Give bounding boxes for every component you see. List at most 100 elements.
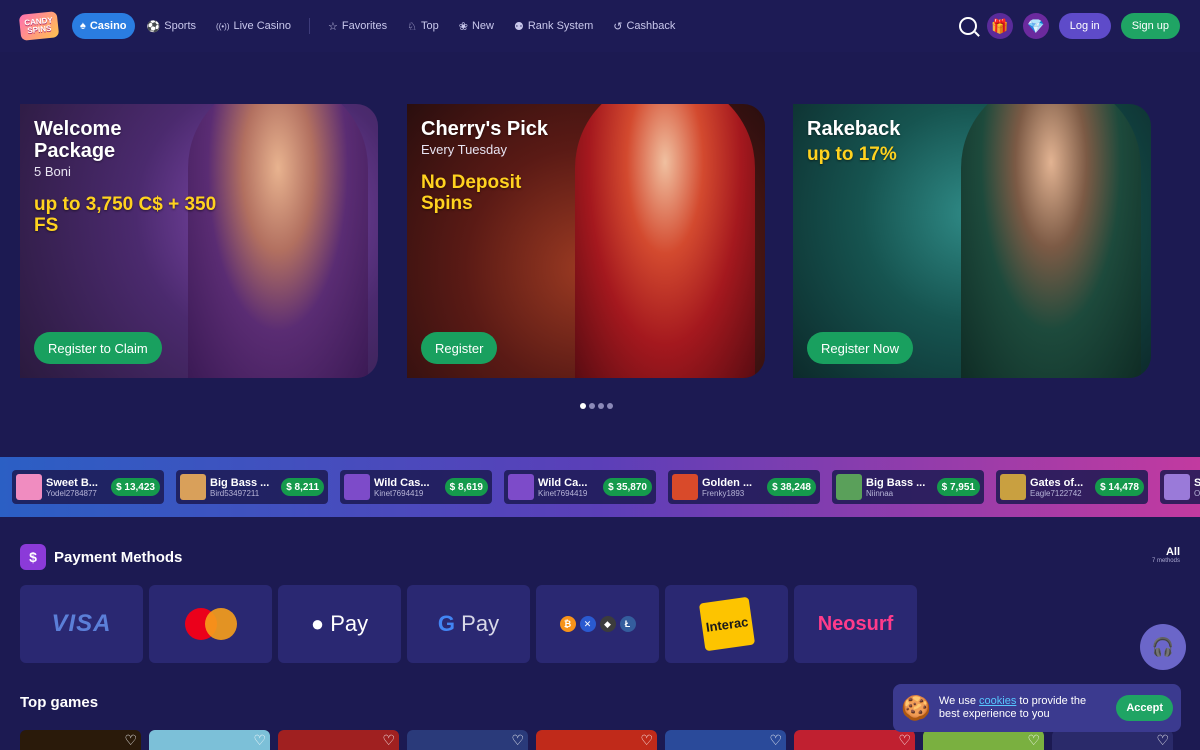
carousel-dot[interactable] — [589, 403, 595, 409]
heart-icon[interactable]: ♡ — [124, 732, 137, 749]
carousel-dot[interactable] — [607, 403, 613, 409]
cookie-message: We use cookies to provide the best exper… — [939, 695, 1108, 721]
win-game-name: Sweet B... — [46, 476, 98, 489]
payment-all-link[interactable]: All 7 methods — [1152, 546, 1180, 564]
nav-label: New — [471, 20, 494, 32]
win-amount: $ 7,951 — [936, 478, 980, 496]
win-item[interactable]: Sug...Optim... — [1160, 470, 1200, 504]
nav-sports[interactable]: ⚽ Sports — [139, 13, 205, 39]
nav-top[interactable]: ♘ Top — [399, 13, 447, 39]
carousel-dot[interactable] — [580, 403, 586, 409]
win-item[interactable]: Golden ... Frenky1893 $ 38,248 — [668, 470, 820, 504]
game-card[interactable]: ♡ — [20, 730, 141, 750]
nav-new[interactable]: ❀ New — [451, 13, 502, 39]
carousel-dot[interactable] — [598, 403, 604, 409]
game-card[interactable]: ♡ — [278, 730, 399, 750]
win-game-name: Wild Cas... — [374, 476, 430, 489]
win-amount: $ 8,211 — [281, 478, 324, 496]
nav-rank-system[interactable]: ⚉ Rank System — [506, 13, 601, 39]
heart-icon[interactable]: ♡ — [898, 732, 911, 749]
win-username: Yodel2784877 — [46, 488, 97, 498]
payment-card-apple-pay[interactable]: ● Pay — [278, 585, 401, 663]
payment-card-mastercard[interactable] — [149, 585, 272, 663]
payment-card-neosurf[interactable]: Neosurf — [794, 585, 917, 663]
nav-divider — [308, 18, 310, 34]
game-card[interactable]: ♡ — [794, 730, 915, 750]
payment-card-interac[interactable]: Interac — [665, 585, 788, 663]
nav-favorites[interactable]: ☆ Favorites — [320, 13, 395, 39]
win-info: Wild Cas... Kinet7694419 — [374, 477, 441, 498]
win-info: Sweet B... Yodel2784877 — [46, 477, 107, 498]
register-to-claim-button[interactable]: Register to Claim — [34, 332, 162, 364]
promo-banner-cherrys-pick[interactable]: Cherry's Pick Every Tuesday No Deposit S… — [407, 104, 765, 378]
game-card[interactable]: ♡ — [923, 730, 1044, 750]
win-item[interactable]: Sweet B... Yodel2784877 $ 13,423 — [12, 470, 164, 504]
register-now-button[interactable]: Register Now — [807, 332, 914, 364]
payment-card-google-pay[interactable]: G Pay — [407, 585, 530, 663]
accept-cookies-button[interactable]: Accept — [1116, 695, 1173, 721]
nav-label: Favorites — [341, 20, 388, 32]
win-info: Big Bass ... Bird53497211 — [210, 477, 277, 498]
banner-subtitle: Every Tuesday — [421, 142, 507, 157]
game-card[interactable]: ♡ — [1052, 730, 1173, 750]
gem-icon[interactable]: 💎 — [1022, 13, 1049, 39]
heart-icon[interactable]: ♡ — [382, 732, 395, 749]
banner-subtitle: 5 Boni — [34, 164, 71, 179]
section-title: Payment Methods — [54, 548, 183, 566]
heart-icon[interactable]: ♡ — [253, 732, 266, 749]
banner-title: Cherry's Pick — [421, 118, 549, 140]
win-amount: $ 38,248 — [767, 478, 816, 496]
promo-banner-rakeback[interactable]: Rakeback up to 17% Register Now — [793, 104, 1151, 378]
nav-live-casino[interactable]: ((•)) Live Casino — [208, 13, 299, 39]
apple-pay-logo: ● Pay — [311, 611, 368, 637]
payment-card-visa[interactable]: VISA — [20, 585, 143, 663]
support-chat-button[interactable]: 🎧 — [1140, 624, 1186, 670]
promo-carousel: Welcome Package 5 Boni up to 3,750 C$ + … — [20, 80, 1200, 380]
win-username: Optim... — [1194, 488, 1200, 498]
signup-button[interactable]: Sign up — [1120, 13, 1180, 39]
nav-casino[interactable]: ♠ Casino — [72, 13, 135, 39]
win-item[interactable]: Big Bass ... Bird53497211 $ 8,211 — [176, 470, 328, 504]
header-actions: 🎁 💎 Log in Sign up — [958, 13, 1180, 39]
nav-label: Cashback — [626, 20, 676, 32]
game-card[interactable]: ♡ — [149, 730, 270, 750]
ripple-icon: ✕ — [579, 616, 596, 632]
win-amount: $ 14,478 — [1095, 478, 1144, 496]
win-item[interactable]: Big Bass ... Niinnaa $ 7,951 — [832, 470, 984, 504]
heart-icon[interactable]: ♡ — [769, 732, 782, 749]
win-amount: $ 35,870 — [603, 478, 652, 496]
crypto-logos: ₿ ✕ ◆ Ł — [559, 616, 636, 632]
candy-spins-logo[interactable]: CANDY SPINS — [18, 11, 60, 41]
methods-count: 7 methods — [1151, 558, 1180, 564]
heart-icon[interactable]: ♡ — [1027, 732, 1040, 749]
login-button[interactable]: Log in — [1058, 13, 1111, 39]
banner-hostess-image — [575, 104, 755, 378]
cookie-icon: 🍪 — [901, 694, 931, 722]
game-thumbnail — [1164, 474, 1190, 500]
heart-icon[interactable]: ♡ — [511, 732, 524, 749]
win-item[interactable]: Gates of... Eagle7122742 $ 14,478 — [996, 470, 1148, 504]
payment-methods-grid: VISA ● Pay G Pay ₿ ✕ ◆ Ł Interac Neosurf — [20, 585, 917, 663]
search-icon[interactable] — [958, 17, 977, 35]
google-pay-text: Pay — [455, 611, 500, 636]
gift-icon[interactable]: 🎁 — [986, 13, 1013, 39]
cashback-icon: ↺ — [613, 20, 623, 33]
recent-wins-ticker: Sweet B... Yodel2784877 $ 13,423 Big Bass .… — [0, 457, 1200, 517]
game-thumbnail — [180, 474, 206, 500]
ball-icon: ⚽ — [146, 20, 161, 33]
cookies-link[interactable]: cookies — [979, 695, 1016, 707]
promo-banner-welcome[interactable]: Welcome Package 5 Boni up to 3,750 C$ + … — [20, 104, 378, 378]
heart-icon[interactable]: ♡ — [1156, 732, 1169, 749]
game-card[interactable]: ♡ — [536, 730, 657, 750]
litecoin-icon: Ł — [619, 616, 636, 632]
game-card[interactable]: ♡ — [407, 730, 528, 750]
rank-icon: ⚉ — [513, 20, 524, 33]
nav-cashback[interactable]: ↺ Cashback — [605, 13, 683, 39]
game-thumbnail — [508, 474, 534, 500]
game-card[interactable]: ♡ — [665, 730, 786, 750]
win-item[interactable]: Wild Cas... Kinet7694419 $ 8,619 — [340, 470, 492, 504]
heart-icon[interactable]: ♡ — [640, 732, 653, 749]
payment-card-crypto[interactable]: ₿ ✕ ◆ Ł — [536, 585, 659, 663]
register-button[interactable]: Register — [421, 332, 498, 364]
win-item[interactable]: Wild Ca... Kinet7694419 $ 35,870 — [504, 470, 656, 504]
